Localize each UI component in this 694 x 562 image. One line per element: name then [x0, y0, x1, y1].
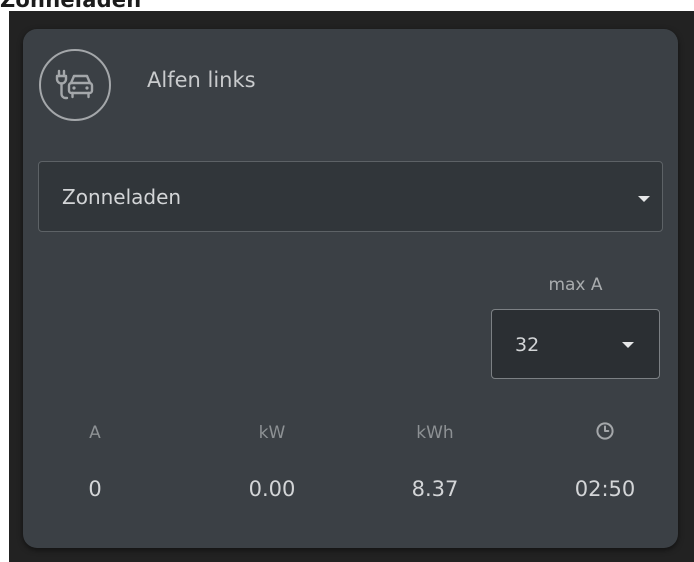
- chevron-down-icon: [638, 196, 650, 202]
- ev-charging-car-icon: [39, 49, 111, 121]
- max-current-select[interactable]: 32: [491, 309, 660, 379]
- charger-name: Alfen links: [147, 68, 256, 92]
- energy-label: kWh: [416, 423, 454, 443]
- clock-icon-graphic: [596, 422, 614, 440]
- charge-mode-select[interactable]: Zonneladen: [38, 161, 663, 232]
- power-label: kW: [258, 423, 286, 443]
- charge-mode-value: Zonneladen: [62, 185, 182, 209]
- charger-card: Alfen links Zonneladen max A 32 A kW kWh…: [23, 29, 678, 548]
- current-label: A: [89, 423, 101, 443]
- max-current-value: 32: [515, 334, 540, 356]
- power-value: 0.00: [248, 477, 296, 501]
- ev-charging-car-icon-graphic: [55, 69, 94, 100]
- page-title: Zonneladen: [0, 0, 142, 12]
- chevron-down-icon: [622, 342, 634, 348]
- duration-value: 02:50: [574, 477, 636, 501]
- current-value: 0: [88, 477, 102, 501]
- max-current-label: max A: [548, 275, 603, 295]
- energy-value: 8.37: [411, 477, 459, 501]
- clock-icon: [530, 419, 680, 443]
